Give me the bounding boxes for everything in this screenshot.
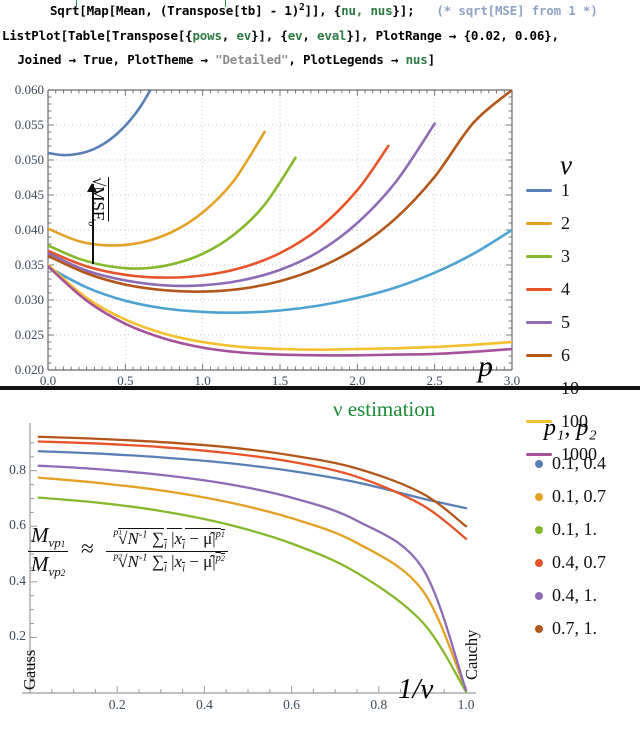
moment-ratio-formula: Mνp1 Mνp2 ≈ p1√N-1 ∑i |xi − μ̂|p1 p2√N-1… <box>28 523 228 580</box>
legend-color-dot <box>535 459 543 468</box>
chart-1-ytick-label: 0.060 <box>14 82 44 97</box>
panel-divider <box>0 386 640 390</box>
legend-item-label: 0.1, 0.4 <box>552 453 606 473</box>
chart-1-xaxis-title: p <box>478 350 493 383</box>
cauchy-axis-label: Cauchy <box>462 629 481 680</box>
chart-1-legend-item[interactable]: 5 <box>526 312 570 333</box>
chart-2-xtick-label: 0.2 <box>108 697 126 712</box>
chart-2-legend-item[interactable]: 0.4, 0.7 <box>526 552 606 573</box>
code-line-2[interactable]: ListPlot[Table[Transpose[{pows, ev}], {e… <box>2 28 559 43</box>
legend-color-swatch <box>526 221 552 226</box>
code-comment: (* sqrt[MSE] from 1 *) <box>436 3 598 19</box>
chart-2-legend-item[interactable]: 0.1, 0.7 <box>526 486 606 507</box>
legend-item-label: 0.4, 1. <box>552 585 597 605</box>
chart-2-xaxis-title: 1/ν <box>398 673 434 705</box>
chart-1-ytick-label: 0.035 <box>14 257 44 272</box>
chart-2-ytick-label: 0.6 <box>9 517 26 533</box>
chart-sqrt-mse: √MSEσ p ν 123456101001000 0.0200.0250.03… <box>0 80 640 464</box>
legend-item-label: 1 <box>561 180 570 200</box>
mse-annotation: √MSEσ <box>86 177 124 265</box>
chart-1-legend-title: ν <box>560 150 572 180</box>
chart-1-legend-item[interactable]: 2 <box>526 213 570 234</box>
chart-2-legend-item[interactable]: 0.7, 1. <box>526 618 597 639</box>
legend-item-label: 0.4, 0.7 <box>552 552 606 572</box>
gauss-axis-label: Gauss <box>20 649 39 690</box>
code-line-1[interactable]: Sqrt[Map[Mean, (Transpose[tb] - 1)2]], {… <box>28 2 598 18</box>
chart-1-legend-item[interactable]: 1 <box>526 180 570 201</box>
legend-color-swatch <box>526 254 552 259</box>
chart-1-ytick-label: 0.045 <box>14 187 44 202</box>
legend-item-label: 3 <box>561 246 570 266</box>
legend-item-label: 6 <box>561 345 570 365</box>
section-title-nu-estimation: ν estimation <box>333 397 436 421</box>
chart-2-xtick-label: 1.0 <box>457 697 475 712</box>
chart-1-ytick-label: 0.050 <box>14 152 44 167</box>
chart-2-legend-item[interactable]: 0.1, 0.4 <box>526 453 606 474</box>
legend-color-dot <box>535 558 543 567</box>
legend-item-label: 0.1, 1. <box>552 519 597 539</box>
legend-item-label: 4 <box>561 279 570 299</box>
legend-color-swatch <box>526 287 552 292</box>
chart-2-legend-item[interactable]: 0.1, 1. <box>526 519 597 540</box>
chart-1-ytick-label: 0.055 <box>14 117 44 132</box>
chart-1-legend-item[interactable]: 4 <box>526 279 570 300</box>
legend-color-swatch <box>526 353 552 358</box>
chart-2-ytick-label: 0.8 <box>9 461 26 477</box>
legend-item-label: 2 <box>561 213 570 233</box>
chart-2-xtick-label: 0.4 <box>195 697 213 712</box>
legend-item-label: 5 <box>561 312 570 332</box>
chart-2-xtick-label: 0.8 <box>370 697 388 712</box>
chart-2-xtick-label: 0.6 <box>283 697 301 712</box>
chart-2-legend-title: p₁, p₂ <box>544 415 597 441</box>
chart-2-legend: p₁, p₂ 0.1, 0.4 0.1, 0.7 0.1, 1. 0.4, 0.7 0.… <box>520 415 640 655</box>
chart-2-ytick-label: 0.4 <box>9 572 26 588</box>
legend-color-dot <box>535 525 543 534</box>
legend-color-swatch <box>526 188 552 193</box>
mse-arrow-head <box>87 183 97 192</box>
legend-color-dot <box>535 492 543 501</box>
chart-2-legend-item[interactable]: 0.4, 1. <box>526 585 597 606</box>
chart-1-legend-item[interactable]: 3 <box>526 246 570 267</box>
code-block: Sqrt[Map[Mean, (Transpose[tb] - 1)2]], {… <box>0 0 640 80</box>
chart-nu-estimation: ν estimation 1/ν Gauss Cauchy Mνp1 Mνp2 … <box>0 395 640 734</box>
code-line-1-text: Sqrt[Map[Mean, (Transpose[tb] - 1)2]], {… <box>28 2 415 19</box>
legend-color-dot <box>535 624 543 633</box>
chart-1-legend-item[interactable]: 6 <box>526 345 570 366</box>
legend-color-swatch <box>526 320 552 325</box>
chart-2-ytick-label: 0.2 <box>9 628 26 644</box>
legend-color-dot <box>535 591 543 600</box>
chart-1-ytick-label: 0.025 <box>14 327 44 342</box>
legend-item-label: 0.1, 0.7 <box>552 486 606 506</box>
code-line-3[interactable]: Joined → True, PlotTheme → "Detailed", P… <box>10 52 435 67</box>
legend-item-label: 0.7, 1. <box>552 618 597 638</box>
mse-arrow-shaft <box>92 184 94 264</box>
chart-1-ytick-label: 0.030 <box>14 292 44 307</box>
chart-1-ytick-label: 0.040 <box>14 222 44 237</box>
